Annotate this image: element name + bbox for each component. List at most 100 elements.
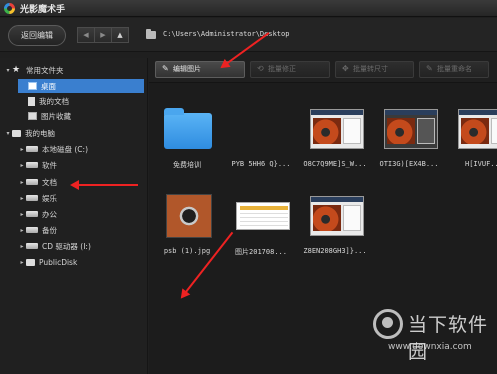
app-logo-icon: [4, 3, 15, 14]
preview-bar: [311, 197, 363, 202]
tree-drive[interactable]: ▸ 备份: [18, 223, 144, 237]
watermark-url: www.downxia.com: [388, 342, 472, 352]
file-name: O8C7Q9ME]S_W...: [303, 160, 367, 168]
expand-icon[interactable]: ▸: [18, 146, 26, 153]
tree-item-my-documents[interactable]: 我的文档: [28, 94, 144, 108]
expand-icon[interactable]: ▸: [18, 162, 26, 169]
tree-drive[interactable]: ▸ 办公: [18, 207, 144, 221]
collapse-icon[interactable]: ▾: [4, 130, 12, 137]
path-bar[interactable]: C:\Users\Administrator\Desktop: [163, 30, 289, 38]
back-to-edit-button[interactable]: 返回编辑: [8, 25, 66, 46]
file-name: 免费培训: [173, 161, 201, 169]
thumbnail: [310, 103, 364, 153]
tree-favorites[interactable]: ▾ ★ 常用文件夹: [4, 63, 144, 77]
drive-icon: [26, 195, 38, 201]
thumbnail: [236, 103, 290, 153]
expand-icon[interactable]: ▸: [18, 179, 26, 186]
preview-bar: [459, 110, 497, 115]
batch-fix-button[interactable]: ⟲ 批量修正: [250, 61, 330, 78]
tree-drive[interactable]: ▸ CD 驱动器 (I:): [18, 239, 144, 253]
drive-icon: [26, 179, 38, 185]
file-item[interactable]: Z8EN208GH3]}...: [299, 190, 371, 270]
batch-resize-label: 批量转尺寸: [353, 65, 388, 73]
file-item[interactable]: OTI3G)[EX4B...: [373, 103, 445, 183]
file-item[interactable]: 图片201708...: [225, 190, 297, 270]
nav-buttons: ◀ ▶ ▲: [77, 27, 129, 43]
rename-icon: ✎: [426, 64, 433, 73]
file-name: PYB 5HH6 Q}...: [231, 160, 291, 168]
batch-rename-button[interactable]: ✎ 批量重命名: [419, 61, 489, 78]
tree-label: 图片收藏: [41, 111, 71, 121]
up-folder-icon[interactable]: ▲: [111, 27, 129, 43]
collapse-icon[interactable]: ▾: [4, 67, 12, 74]
watermark-brand: 当下软件园: [408, 314, 489, 363]
batch-fix-icon: ⟲: [257, 64, 264, 73]
tree-my-computer[interactable]: ▾ 我的电脑: [4, 126, 144, 140]
file-item[interactable]: H[IVUF...: [447, 103, 497, 183]
photo-preview: [166, 194, 212, 238]
preview-photo: [461, 118, 489, 144]
expand-icon[interactable]: ▸: [18, 211, 26, 218]
document-icon: [28, 96, 35, 106]
drive-icon: [26, 146, 38, 152]
batch-fix-label: 批量修正: [268, 65, 296, 73]
back-icon[interactable]: ◀: [77, 27, 95, 43]
computer-icon: [12, 129, 21, 137]
tree-drive[interactable]: ▸ 娱乐: [18, 191, 144, 205]
file-item[interactable]: O8C7Q9ME]S_W...: [299, 103, 371, 183]
tree-label: 我的文档: [39, 96, 69, 106]
preview-panel: [491, 118, 497, 144]
cd-drive-icon: [26, 243, 38, 249]
desktop-icon: [28, 82, 37, 90]
file-item[interactable]: 免费培训: [151, 103, 223, 183]
tree-drive[interactable]: ▸ 本地磁盘 (C:): [18, 142, 144, 156]
forward-icon[interactable]: ▶: [94, 27, 112, 43]
file-name: OTI3G)[EX4B...: [379, 160, 439, 168]
expand-icon[interactable]: ▸: [18, 227, 26, 234]
tree-drive[interactable]: ▸ 文档: [18, 175, 144, 189]
expand-icon[interactable]: ▸: [18, 243, 26, 250]
preview-panel: [417, 118, 435, 144]
preview-photo: [313, 205, 341, 231]
screenshot-preview: [310, 109, 364, 149]
thumbnail: [162, 103, 216, 153]
preview-photo: [313, 118, 341, 144]
drive-icon: [26, 211, 38, 217]
expand-icon[interactable]: ▸: [18, 195, 26, 202]
thumbnail: [162, 190, 216, 240]
thumbnail: [458, 103, 497, 153]
expand-icon[interactable]: ▸: [18, 259, 26, 266]
sheet-preview: [236, 202, 290, 230]
tree-label: 我的电脑: [25, 128, 55, 138]
tree-label: 备份: [42, 225, 57, 235]
preview-bar: [385, 110, 437, 115]
tree-item-pictures[interactable]: 图片收藏: [28, 109, 144, 123]
preview-bar: [311, 110, 363, 115]
folder-icon: [146, 29, 156, 39]
thumbnail: [384, 103, 438, 153]
screenshot-preview: [384, 109, 438, 149]
batch-rename-label: 批量重命名: [437, 65, 472, 73]
tree-label: PublicDisk: [39, 257, 78, 267]
folder-icon: [164, 108, 212, 149]
edit-image-button[interactable]: ✎ 编辑图片: [155, 61, 245, 78]
tree-drive[interactable]: ▸ 软件: [18, 158, 144, 172]
preview-panel: [343, 205, 361, 231]
tree-drive[interactable]: ▸ PublicDisk: [18, 255, 144, 269]
resize-icon: ✥: [342, 64, 349, 73]
preview-panel: [343, 118, 361, 144]
file-item[interactable]: PYB 5HH6 Q}...: [225, 103, 297, 183]
batch-resize-button[interactable]: ✥ 批量转尺寸: [335, 61, 414, 78]
file-name: H[IVUF...: [465, 160, 497, 168]
thumbnail: [310, 190, 364, 240]
tree-item-desktop[interactable]: 桌面: [18, 79, 144, 93]
preview-photo: [387, 118, 415, 144]
file-name: Z8EN208GH3]}...: [303, 247, 367, 255]
drive-icon: [26, 227, 38, 233]
screenshot-preview: [310, 196, 364, 236]
title-bar: 光影魔术手: [0, 0, 497, 17]
thumbnail: [236, 190, 290, 240]
folder-tree: ▾ ★ 常用文件夹 桌面 我的文档 图片收藏 ▾ 我的电脑 ▸ 本地磁盘 (C:…: [0, 58, 148, 374]
screenshot-preview: [458, 109, 497, 149]
tree-label: CD 驱动器 (I:): [42, 241, 91, 251]
